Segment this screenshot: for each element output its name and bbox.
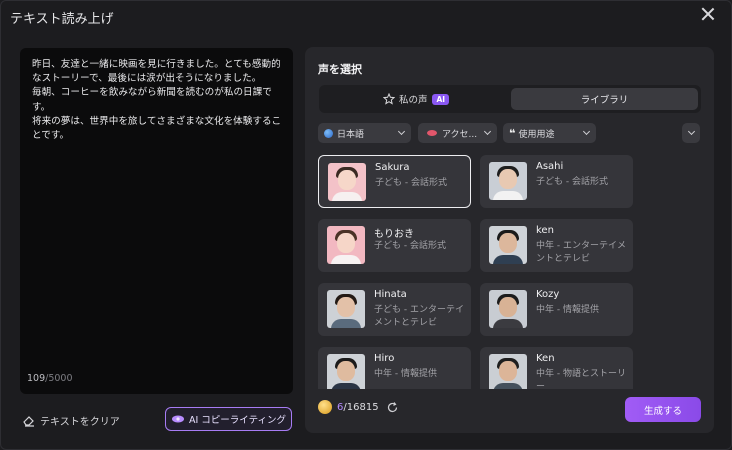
voice-desc: 子ども - 会話形式: [536, 177, 608, 187]
chevron-down-icon: [397, 127, 406, 136]
avatar: [489, 290, 527, 328]
quote-icon: ❝: [509, 126, 516, 140]
avatar: [327, 226, 365, 264]
ai-copywriting-label: AI コピーライティング: [188, 415, 287, 426]
avatar: [327, 290, 365, 328]
refresh-icon[interactable]: [386, 401, 399, 414]
editor-text[interactable]: 昨日、友達と一緒に映画を見に行きました。とても感動的なストーリーで、最後には涙が…: [32, 58, 288, 143]
char-counter: 109/5000: [27, 373, 73, 384]
coin-icon: [318, 400, 332, 414]
voice-desc: 子ども - エンターテイメントとテレビ: [374, 305, 464, 328]
voice-desc: 子ども - 会話形式: [375, 178, 447, 188]
tab-my-voice[interactable]: 私の声 AI: [322, 88, 510, 110]
title-bar: テキスト読み上げ: [1, 1, 731, 31]
chevron-down-icon: [483, 127, 492, 136]
voice-list: Sakura 子ども - 会話形式 Asahi 子ども - 会話形式 もりおき …: [305, 153, 714, 389]
clear-text-label: テキストをクリア: [40, 416, 120, 428]
char-count: 109: [27, 373, 46, 384]
credits-total: /16815: [343, 401, 379, 413]
voice-source-tabs: 私の声 AI ライブラリ: [319, 85, 701, 113]
star-icon: [382, 93, 395, 105]
tts-dialog: テキスト読み上げ 昨日、友達と一緒に映画を見に行きました。とても感動的なストーリ…: [0, 0, 732, 450]
avatar: [328, 163, 366, 201]
voice-card[interactable]: Ken 中年 - 物語とストーリー: [480, 347, 633, 389]
voice-card[interactable]: ken 中年 - エンターテイメントとテレビ: [480, 219, 633, 272]
language-filter[interactable]: 日本語: [318, 123, 411, 143]
voice-name: Hinata: [374, 289, 407, 300]
more-filters-button[interactable]: [682, 123, 700, 143]
eraser-icon: [23, 415, 34, 427]
usage-filter[interactable]: ❝ 使用用途: [503, 123, 596, 143]
accent-filter[interactable]: アクセ...: [418, 123, 497, 143]
voice-card[interactable]: Kozy 中年 - 情報提供: [480, 283, 633, 336]
voice-card[interactable]: Asahi 子ども - 会話形式: [480, 155, 633, 208]
text-editor[interactable]: 昨日、友達と一緒に映画を見に行きました。とても感動的なストーリーで、最後には涙が…: [20, 48, 293, 394]
clear-text-button[interactable]: テキストをクリア: [22, 411, 120, 429]
generate-label: 生成する: [643, 405, 682, 417]
voice-panel: 声を選択 私の声 AI ライブラリ 日本語 アクセ... ❝ 使用用途 Saku…: [305, 47, 714, 433]
accent-value: アクセ...: [442, 129, 478, 140]
tab-library-label: ライブラリ: [580, 95, 629, 106]
char-limit: /5000: [45, 373, 73, 384]
chevron-down-icon: [582, 127, 591, 136]
avatar: [489, 354, 527, 389]
lips-icon: [427, 130, 437, 136]
avatar: [489, 162, 527, 200]
voice-name: Sakura: [375, 162, 410, 173]
voice-card[interactable]: Hiro 中年 - 情報提供: [318, 347, 471, 389]
voice-desc: 子ども - 会話形式: [374, 241, 446, 251]
tab-library[interactable]: ライブラリ: [511, 88, 698, 110]
ai-sparkle-icon: [171, 415, 184, 423]
voice-name: Ken: [536, 353, 555, 364]
tab-my-voice-label: 私の声: [398, 95, 428, 106]
credits-display: 6/16815: [318, 400, 399, 414]
voice-name: ken: [536, 225, 554, 236]
voice-card[interactable]: Sakura 子ども - 会話形式: [318, 155, 471, 208]
close-icon[interactable]: [699, 5, 717, 23]
panel-title: 声を選択: [318, 63, 362, 76]
voice-card[interactable]: Hinata 子ども - エンターテイメントとテレビ: [318, 283, 471, 336]
usage-value: 使用用途: [518, 129, 555, 140]
ai-badge: AI: [432, 93, 450, 105]
voice-desc: 中年 - エンターテイメントとテレビ: [536, 241, 626, 264]
language-value: 日本語: [337, 129, 365, 140]
voice-desc: 中年 - 情報提供: [536, 305, 599, 315]
voice-name: Asahi: [536, 161, 564, 172]
globe-icon: [324, 128, 333, 138]
avatar: [489, 226, 527, 264]
avatar: [327, 354, 365, 389]
voice-name: もりおき: [374, 229, 414, 240]
voice-name: Kozy: [536, 289, 560, 300]
generate-button[interactable]: 生成する: [625, 397, 701, 422]
voice-card[interactable]: もりおき 子ども - 会話形式: [318, 219, 471, 272]
voice-desc: 中年 - 情報提供: [374, 369, 437, 379]
dialog-title: テキスト読み上げ: [10, 12, 114, 27]
chevron-down-icon: [687, 127, 696, 136]
ai-copywriting-button[interactable]: AI コピーライティング: [165, 407, 292, 431]
voice-desc: 中年 - 物語とストーリー: [536, 369, 626, 389]
voice-name: Hiro: [374, 353, 395, 364]
